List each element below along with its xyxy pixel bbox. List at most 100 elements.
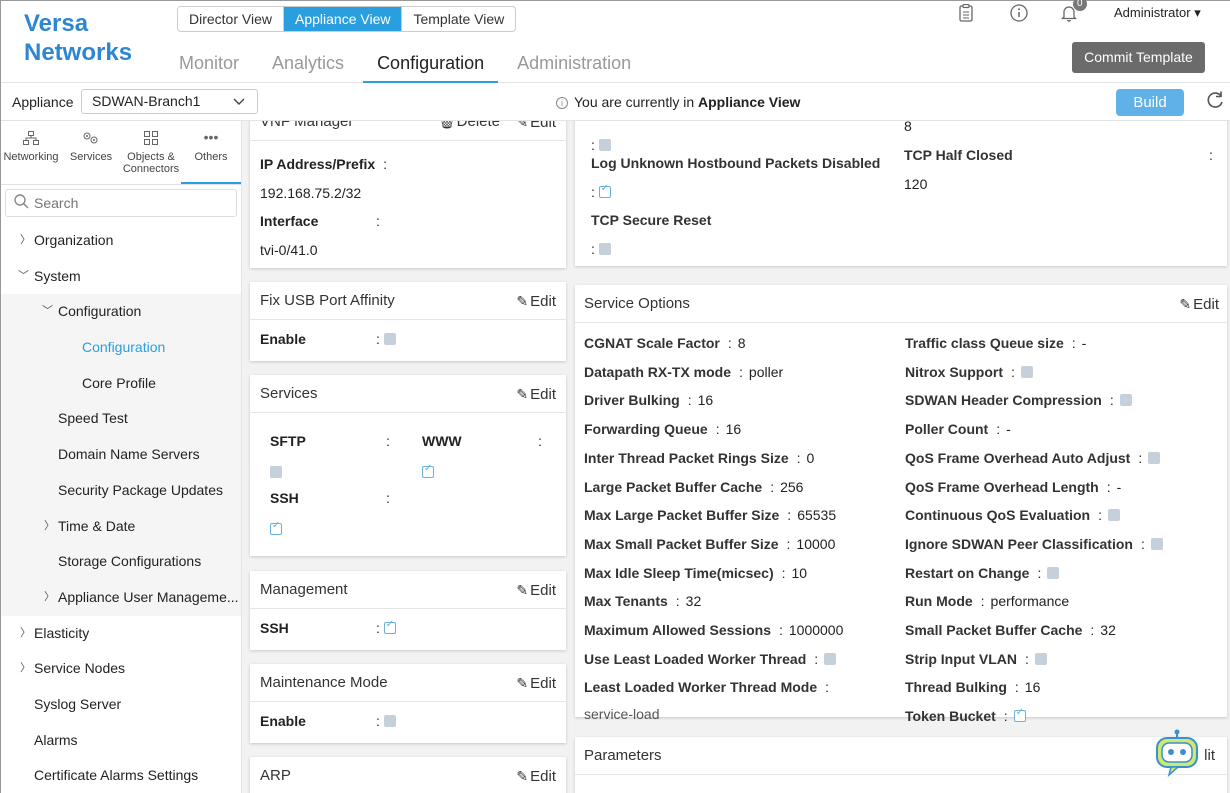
trash-icon: 🗑 <box>437 121 457 130</box>
category-others[interactable]: ••• Others <box>181 121 241 184</box>
tree-item-certificate-alarms-settings[interactable]: Certificate Alarms Settings <box>1 758 241 793</box>
option-label: CGNAT Scale Factor <box>584 335 720 351</box>
option-value: 32 <box>685 593 702 610</box>
more-dots-icon: ••• <box>203 129 219 145</box>
tab-analytics[interactable]: Analytics <box>272 53 344 80</box>
option-value: 10000 <box>796 535 836 552</box>
tree-item-appliance-user-management[interactable]: 〉 Appliance User Manageme... <box>1 579 241 616</box>
option-value: 16 <box>1024 679 1041 696</box>
service-option-row: Thread Bulking:16 <box>905 679 1041 696</box>
edit-button[interactable]: ✎ Edit <box>516 571 556 610</box>
checkbox-unchecked <box>1034 652 1047 665</box>
edit-button[interactable]: ✎ Edit <box>516 121 556 142</box>
option-value: 0 <box>806 449 815 466</box>
option-value: 32 <box>1100 622 1116 638</box>
category-services[interactable]: Services <box>61 121 121 184</box>
tab-monitor[interactable]: Monitor <box>179 53 239 80</box>
service-option-row: Continuous QoS Evaluation: <box>905 507 1121 523</box>
category-tabs: Networking Services Objects & Connectors … <box>1 121 241 185</box>
tab-configuration[interactable]: Configuration <box>363 53 499 84</box>
left-sidebar: Networking Services Objects & Connectors … <box>1 121 242 793</box>
tree-item-core-profile[interactable]: Core Profile <box>1 365 241 402</box>
option-label: QoS Frame Overhead Length <box>905 478 1099 495</box>
option-label: Driver Bulking <box>584 392 680 409</box>
edit-button[interactable]: ✎ Edit <box>1179 285 1219 324</box>
delete-button[interactable]: 🗑Delete <box>438 121 500 141</box>
top-header: Versa Networks Director View Appliance V… <box>1 0 1230 84</box>
option-label: Ignore SDWAN Peer Classification <box>905 535 1133 552</box>
tree-item-organization[interactable]: 〉 Organization <box>1 223 241 259</box>
edit-button[interactable]: ✎ Edit <box>516 757 556 793</box>
versa-logo[interactable]: Versa Networks <box>24 9 132 67</box>
tree-item-configuration[interactable]: Configuration <box>1 330 241 366</box>
tree-item-security-package-updates[interactable]: Security Package Updates <box>1 472 241 509</box>
search-input[interactable] <box>34 195 224 211</box>
option-value: 1000000 <box>788 622 844 638</box>
info-icon[interactable] <box>1009 3 1029 23</box>
option-value: 8 <box>737 335 746 351</box>
option-label: Max Tenants <box>584 593 668 610</box>
edit-button[interactable]: ✎ Edit <box>516 664 556 703</box>
edit-icon: ✎ <box>516 121 529 130</box>
tree-item-system[interactable]: ﹀ System <box>1 259 241 295</box>
header-icons: 0 <box>956 0 1087 23</box>
tree-item-service-nodes[interactable]: 〉 Service Nodes <box>1 651 241 687</box>
right-column: : Log Unknown Hostbound Packets Disabled… <box>572 121 1230 793</box>
tree-item-speed-test[interactable]: Speed Test <box>1 401 241 438</box>
option-label: Small Packet Buffer Cache <box>905 622 1083 638</box>
option-value: 16 <box>697 392 714 409</box>
gears-icon <box>61 131 121 145</box>
tree-item-elasticity[interactable]: 〉 Elasticity <box>1 616 241 652</box>
refresh-icon[interactable] <box>1205 90 1225 116</box>
edit-button[interactable]: ✎ Edit <box>516 375 556 414</box>
commit-template-button[interactable]: Commit Template <box>1072 42 1205 73</box>
chatbot-assistant-icon[interactable] <box>1151 729 1203 779</box>
tree-item-syslog-server[interactable]: Syslog Server <box>1 687 241 723</box>
option-label: Inter Thread Packet Rings Size <box>584 449 789 466</box>
edit-icon: ✎ <box>516 293 529 309</box>
option-label: Token Bucket <box>905 708 996 725</box>
usb-affinity-card: Fix USB Port Affinity ✎ Edit Enable : <box>250 282 566 361</box>
tree-item-configuration-group[interactable]: ﹀ Configuration <box>1 294 241 331</box>
option-value: - <box>1006 421 1011 438</box>
checkbox-unchecked <box>1148 451 1161 464</box>
edit-icon: ✎ <box>516 675 529 691</box>
appliance-view-button[interactable]: Appliance View <box>284 7 403 31</box>
option-value: 256 <box>780 478 804 495</box>
appliance-select[interactable]: SDWAN-Branch1 <box>81 89 258 114</box>
service-option-row: Inter Thread Packet Rings Size:0 <box>584 449 815 466</box>
option-label: Large Packet Buffer Cache <box>584 478 763 495</box>
tree-item-time-date[interactable]: 〉 Time & Date <box>1 508 241 545</box>
edit-button[interactable]: ✎ Edit <box>516 282 556 321</box>
maintenance-mode-card: Maintenance Mode ✎ Edit Enable : <box>250 664 566 743</box>
category-networking[interactable]: Networking <box>1 121 61 184</box>
main-tabs: Monitor Analytics Configuration Administ… <box>179 53 664 84</box>
option-label: Restart on Change <box>905 564 1030 581</box>
tree-item-domain-name-servers[interactable]: Domain Name Servers <box>1 437 241 473</box>
option-value: performance <box>990 593 1070 610</box>
tree-item-alarms[interactable]: Alarms <box>1 723 241 759</box>
objects-icon <box>121 131 181 145</box>
option-value: 16 <box>725 421 742 438</box>
tab-administration[interactable]: Administration <box>517 53 631 80</box>
edit-button[interactable]: lit <box>1204 737 1215 775</box>
card-title: Maintenance Mode <box>260 674 388 691</box>
service-option-row: Run Mode: performance <box>905 593 1070 610</box>
chevron-right-icon: 〉 <box>20 234 31 246</box>
service-option-row: Poller Count: - <box>905 421 1011 438</box>
notification-bell-icon[interactable]: 0 <box>1059 0 1087 23</box>
category-objects-connectors[interactable]: Objects & Connectors <box>121 121 181 184</box>
chevron-right-icon: 〉 <box>20 626 31 639</box>
ip-prefix-value: 192.168.75.2/32 <box>260 185 362 201</box>
service-option-row: QoS Frame Overhead Length: - <box>905 478 1122 495</box>
chevron-down-icon: ﹀ <box>18 269 29 282</box>
build-button[interactable]: Build <box>1116 89 1184 116</box>
user-menu[interactable]: Administrator ▾ <box>1114 5 1201 21</box>
view-switch: Director View Appliance View Template Vi… <box>177 6 517 32</box>
director-view-button[interactable]: Director View <box>178 7 284 31</box>
service-option-row: QoS Frame Overhead Auto Adjust: <box>905 450 1161 466</box>
tree-item-storage-configurations[interactable]: Storage Configurations <box>1 544 241 580</box>
clipboard-icon[interactable] <box>956 3 976 23</box>
service-option-row: Forwarding Queue:16 <box>584 421 742 438</box>
template-view-button[interactable]: Template View <box>402 7 516 31</box>
